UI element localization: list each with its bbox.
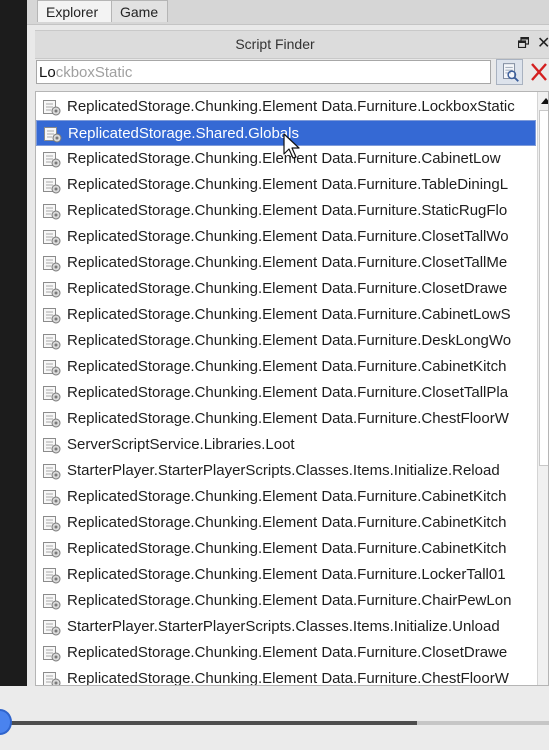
result-row[interactable]: ServerScriptService.Libraries.Loot xyxy=(36,432,536,458)
dock-window-icon[interactable] xyxy=(518,37,529,48)
vertical-scrollbar[interactable] xyxy=(537,92,548,685)
script-file-icon xyxy=(43,282,61,298)
script-file-icon xyxy=(43,646,61,662)
result-row[interactable]: ReplicatedStorage.Chunking.Element Data.… xyxy=(36,94,536,120)
search-row: LockboxStatic xyxy=(35,59,549,88)
tab-game[interactable]: Game xyxy=(111,0,168,22)
script-file-icon xyxy=(43,464,61,480)
result-label: ReplicatedStorage.Chunking.Element Data.… xyxy=(67,228,509,245)
script-file-icon xyxy=(43,178,61,194)
result-row[interactable]: ReplicatedStorage.Chunking.Element Data.… xyxy=(36,562,536,588)
result-label: ReplicatedStorage.Shared.Globals xyxy=(68,125,299,142)
result-row[interactable]: ReplicatedStorage.Chunking.Element Data.… xyxy=(36,354,536,380)
timeline-area xyxy=(0,686,549,750)
script-file-icon xyxy=(43,360,61,376)
results-list[interactable]: ReplicatedStorage.Chunking.Element Data.… xyxy=(35,91,549,686)
mouse-cursor-icon xyxy=(283,133,300,159)
result-label: ReplicatedStorage.Chunking.Element Data.… xyxy=(67,358,507,375)
search-typed-text: Lo xyxy=(39,64,56,81)
result-row[interactable]: ReplicatedStorage.Chunking.Element Data.… xyxy=(36,666,536,686)
script-file-icon xyxy=(43,490,61,506)
result-label: StarterPlayer.StarterPlayerScripts.Class… xyxy=(67,618,500,635)
script-file-icon xyxy=(43,100,61,116)
result-label: ReplicatedStorage.Chunking.Element Data.… xyxy=(67,306,511,323)
script-file-icon xyxy=(43,152,61,168)
script-file-icon xyxy=(43,334,61,350)
result-label: ReplicatedStorage.Chunking.Element Data.… xyxy=(67,98,515,115)
result-row[interactable]: ReplicatedStorage.Chunking.Element Data.… xyxy=(36,302,536,328)
result-row[interactable]: ReplicatedStorage.Chunking.Element Data.… xyxy=(36,380,536,406)
result-label: ReplicatedStorage.Chunking.Element Data.… xyxy=(67,592,512,609)
script-file-icon xyxy=(43,542,61,558)
result-row[interactable]: ReplicatedStorage.Chunking.Element Data.… xyxy=(36,640,536,666)
result-row[interactable]: ReplicatedStorage.Chunking.Element Data.… xyxy=(36,536,536,562)
result-row[interactable]: ReplicatedStorage.Chunking.Element Data.… xyxy=(36,510,536,536)
result-row[interactable]: ReplicatedStorage.Chunking.Element Data.… xyxy=(36,172,536,198)
script-file-icon xyxy=(43,516,61,532)
result-row[interactable]: ReplicatedStorage.Chunking.Element Data.… xyxy=(36,250,536,276)
result-row[interactable]: StarterPlayer.StarterPlayerScripts.Class… xyxy=(36,458,536,484)
script-file-icon xyxy=(44,127,62,143)
result-label: StarterPlayer.StarterPlayerScripts.Class… xyxy=(67,462,500,479)
result-label: ReplicatedStorage.Chunking.Element Data.… xyxy=(67,670,509,686)
left-dark-strip xyxy=(0,0,27,686)
result-label: ReplicatedStorage.Chunking.Element Data.… xyxy=(67,254,508,271)
result-label: ReplicatedStorage.Chunking.Element Data.… xyxy=(67,332,512,349)
result-label: ReplicatedStorage.Chunking.Element Data.… xyxy=(67,566,506,583)
script-file-icon xyxy=(43,204,61,220)
result-label: ReplicatedStorage.Chunking.Element Data.… xyxy=(67,202,508,219)
script-file-icon xyxy=(43,568,61,584)
search-suggestion-text: ckboxStatic xyxy=(55,64,133,81)
script-file-icon xyxy=(43,438,61,454)
result-label: ReplicatedStorage.Chunking.Element Data.… xyxy=(67,514,507,531)
scroll-up-arrow-icon[interactable] xyxy=(541,98,548,104)
result-label: ReplicatedStorage.Chunking.Element Data.… xyxy=(67,488,507,505)
result-label: ReplicatedStorage.Chunking.Element Data.… xyxy=(67,540,507,557)
result-row[interactable]: ReplicatedStorage.Chunking.Element Data.… xyxy=(36,328,536,354)
result-row[interactable]: ReplicatedStorage.Chunking.Element Data.… xyxy=(36,406,536,432)
result-label: ReplicatedStorage.Chunking.Element Data.… xyxy=(67,384,509,401)
result-label: ReplicatedStorage.Chunking.Element Data.… xyxy=(67,280,508,297)
scroll-thumb[interactable] xyxy=(539,110,548,466)
find-scripts-icon[interactable] xyxy=(496,59,523,85)
result-label: ReplicatedStorage.Chunking.Element Data.… xyxy=(67,176,509,193)
result-row[interactable]: ReplicatedStorage.Chunking.Element Data.… xyxy=(36,276,536,302)
script-file-icon xyxy=(43,594,61,610)
panel-gap xyxy=(27,25,549,29)
result-label: ReplicatedStorage.Chunking.Element Data.… xyxy=(67,410,509,427)
result-label: ServerScriptService.Libraries.Loot xyxy=(67,436,295,453)
script-finder-header: Script Finder ✕ xyxy=(35,30,549,59)
result-row[interactable]: ReplicatedStorage.Chunking.Element Data.… xyxy=(36,484,536,510)
script-file-icon xyxy=(43,386,61,402)
panel-title: Script Finder xyxy=(235,36,315,52)
script-file-icon xyxy=(43,230,61,246)
result-row[interactable]: ReplicatedStorage.Chunking.Element Data.… xyxy=(36,224,536,250)
timeline-progress-fill xyxy=(0,721,417,725)
result-label: ReplicatedStorage.Chunking.Element Data.… xyxy=(67,644,508,661)
close-icon[interactable]: ✕ xyxy=(537,34,549,54)
script-file-icon xyxy=(43,256,61,272)
script-file-icon xyxy=(43,308,61,324)
script-file-icon xyxy=(43,620,61,636)
clear-red-x-icon[interactable] xyxy=(529,59,549,85)
script-file-icon xyxy=(43,672,61,685)
result-row[interactable]: StarterPlayer.StarterPlayerScripts.Class… xyxy=(36,614,536,640)
search-input[interactable]: LockboxStatic xyxy=(36,60,491,84)
result-row[interactable]: ReplicatedStorage.Chunking.Element Data.… xyxy=(36,198,536,224)
panel-tabs: Explorer Game xyxy=(27,0,549,25)
script-file-icon xyxy=(43,412,61,428)
result-row[interactable]: ReplicatedStorage.Chunking.Element Data.… xyxy=(36,588,536,614)
